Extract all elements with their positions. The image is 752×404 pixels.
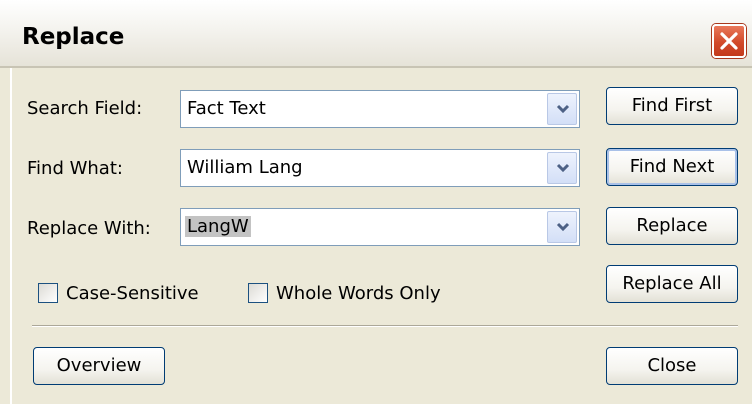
replace-with-value: LangW — [185, 216, 251, 237]
find-what-label: Find What: — [27, 158, 123, 179]
replace-dialog: Replace Search Field: Fact Text Find Fir… — [0, 0, 752, 404]
chevron-down-icon — [556, 163, 570, 173]
overview-button[interactable]: Overview — [33, 347, 165, 385]
search-field-value: Fact Text — [187, 98, 266, 119]
dialog-title: Replace — [22, 24, 125, 50]
find-next-button[interactable]: Find Next — [606, 148, 738, 186]
replace-with-dropdown-button[interactable] — [547, 211, 577, 243]
chevron-down-icon — [556, 222, 570, 232]
replace-with-input[interactable]: LangW — [180, 208, 580, 246]
separator — [32, 325, 738, 327]
replace-button[interactable]: Replace — [606, 207, 738, 245]
close-icon — [720, 32, 738, 50]
search-field-select[interactable]: Fact Text — [180, 90, 580, 128]
close-button[interactable]: Close — [606, 347, 738, 385]
find-what-input[interactable]: William Lang — [180, 149, 580, 187]
search-field-label: Search Field: — [27, 98, 143, 119]
case-sensitive-label[interactable]: Case-Sensitive — [66, 283, 199, 304]
close-window-button[interactable] — [712, 24, 746, 58]
search-field-dropdown-button[interactable] — [547, 93, 577, 125]
case-sensitive-checkbox[interactable] — [38, 283, 58, 303]
find-what-value: William Lang — [187, 157, 303, 178]
replace-with-label: Replace With: — [27, 218, 151, 239]
whole-words-checkbox[interactable] — [248, 283, 268, 303]
title-bar[interactable]: Replace — [0, 0, 752, 68]
chevron-down-icon — [556, 104, 570, 114]
replace-all-button[interactable]: Replace All — [606, 265, 738, 303]
find-first-button[interactable]: Find First — [606, 87, 738, 125]
whole-words-label[interactable]: Whole Words Only — [276, 283, 441, 304]
find-what-dropdown-button[interactable] — [547, 152, 577, 184]
